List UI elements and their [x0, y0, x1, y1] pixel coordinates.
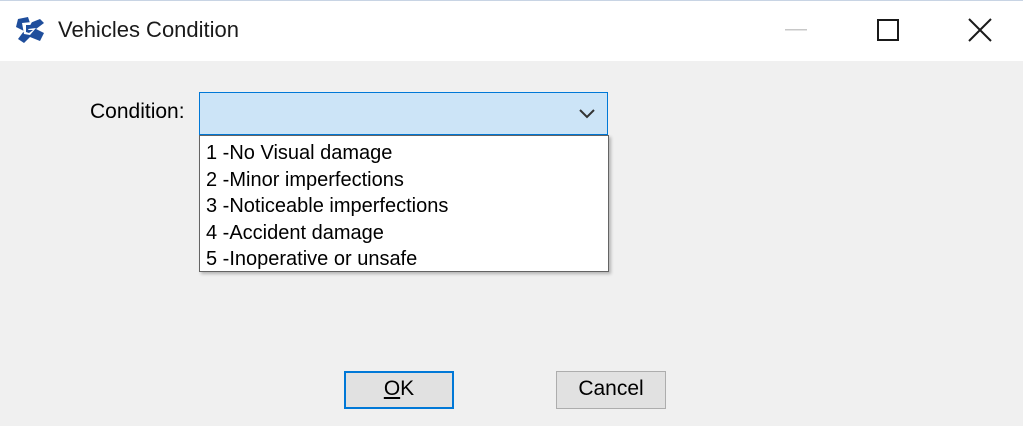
ok-mnemonic: O: [383, 377, 401, 400]
title-bar[interactable]: Vehicles Condition: [0, 1, 1023, 61]
chevron-down-icon[interactable]: [577, 105, 597, 123]
cancel-button[interactable]: Cancel: [556, 371, 666, 409]
dropdown-option-4[interactable]: 4 -Accident damage: [200, 220, 608, 247]
dropdown-option-5[interactable]: 5 -Inoperative or unsafe: [200, 246, 608, 273]
close-button[interactable]: [934, 1, 1023, 59]
maximize-button[interactable]: [842, 1, 934, 59]
dialog-window: Vehicles Condition Condition: 1 -No Visu…: [0, 0, 1023, 426]
condition-combobox[interactable]: [199, 92, 608, 135]
maximize-icon: [877, 19, 899, 41]
dropdown-option-1[interactable]: 1 -No Visual damage: [200, 140, 608, 167]
minimize-button[interactable]: [750, 1, 842, 59]
condition-label: Condition:: [90, 100, 185, 123]
ok-label-rest: K: [400, 377, 415, 400]
dropdown-option-3[interactable]: 3 -Noticeable imperfections: [200, 193, 608, 220]
dropdown-option-2[interactable]: 2 -Minor imperfections: [200, 167, 608, 194]
condition-dropdown-list: 1 -No Visual damage 2 -Minor imperfectio…: [199, 135, 609, 272]
close-icon: [968, 18, 992, 42]
window-title: Vehicles Condition: [58, 17, 240, 42]
app-logo-icon: [16, 17, 44, 43]
minimize-icon: [785, 29, 807, 31]
ok-button[interactable]: OK: [344, 371, 454, 409]
